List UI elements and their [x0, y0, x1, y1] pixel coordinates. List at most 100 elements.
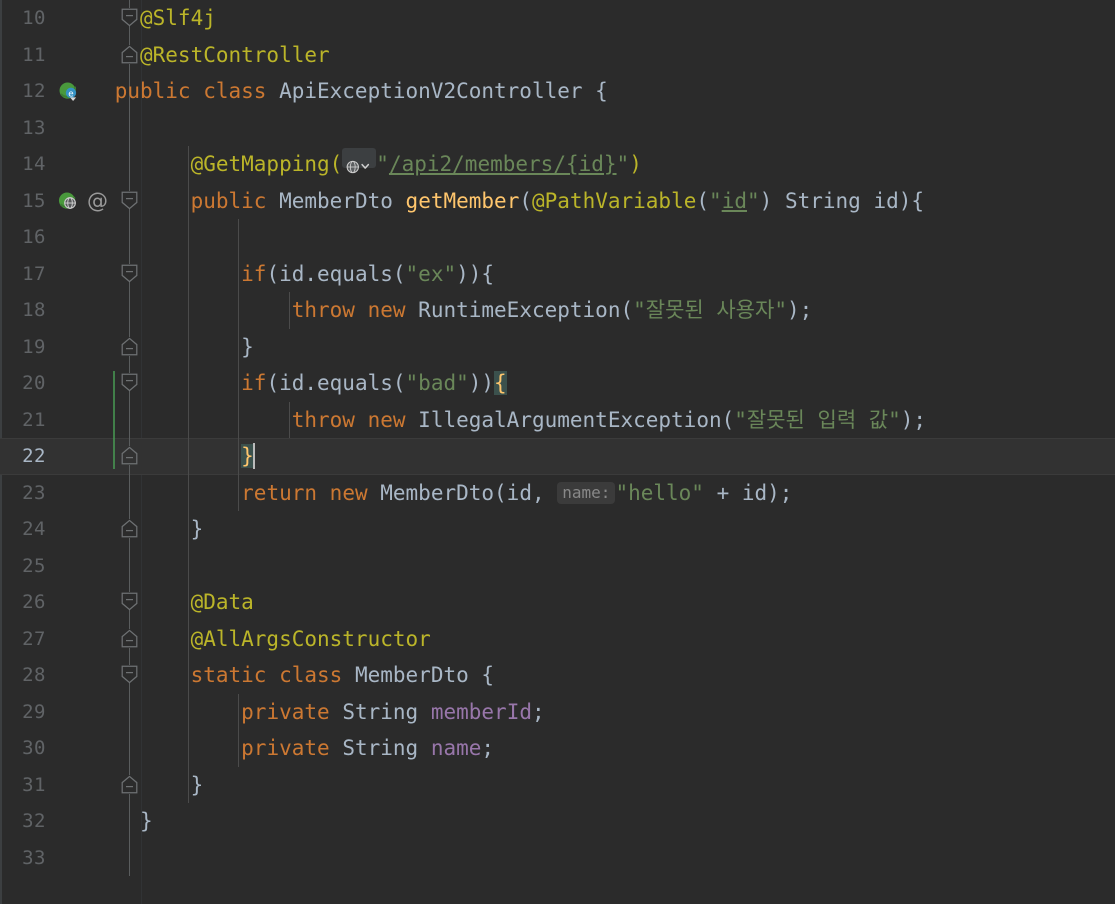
- spring-endpoint-globe-icon[interactable]: [58, 191, 79, 212]
- gutter-icon-area: [56, 767, 116, 804]
- fold-toggle-end-icon[interactable]: [121, 446, 138, 465]
- gutter-icon-area: [56, 475, 116, 512]
- code-line-16[interactable]: 16: [0, 219, 1115, 256]
- fold-toggle-end-icon[interactable]: [121, 629, 138, 648]
- fold-column[interactable]: [118, 584, 142, 621]
- fold-column[interactable]: [118, 620, 142, 658]
- code-token: + id);: [703, 480, 793, 505]
- fold-column[interactable]: [118, 328, 142, 366]
- fold-toggle-end-icon[interactable]: [121, 45, 138, 64]
- code-line-15[interactable]: 15 @ public MemberDto getMember(@PathVari…: [0, 182, 1115, 220]
- fold-toggle-end-icon[interactable]: [121, 337, 138, 356]
- code-text[interactable]: throw new IllegalArgumentException("잘못된 …: [140, 402, 926, 439]
- fold-column[interactable]: [118, 182, 142, 220]
- fold-toggle-start-icon[interactable]: [121, 665, 138, 684]
- code-text[interactable]: }: [115, 803, 153, 840]
- fold-connector-line: [129, 219, 130, 256]
- fold-column[interactable]: [118, 255, 142, 293]
- code-text[interactable]: if(id.equals("ex")){: [140, 256, 494, 293]
- fold-toggle-end-icon[interactable]: [121, 519, 138, 538]
- code-text[interactable]: public MemberDto getMember(@PathVariable…: [140, 183, 924, 220]
- fold-column[interactable]: [118, 730, 142, 767]
- field-name: name: [430, 736, 482, 760]
- fold-column[interactable]: [118, 547, 142, 584]
- code-line-10[interactable]: 10 @Slf4j: [0, 0, 1115, 37]
- code-text[interactable]: @Slf4j: [140, 0, 216, 37]
- code-line-19[interactable]: 19 }: [0, 328, 1115, 366]
- fold-column[interactable]: [118, 766, 142, 804]
- spring-bean-browser-icon[interactable]: e: [58, 81, 79, 102]
- gutter-icon-area: [56, 548, 116, 585]
- fold-column[interactable]: [118, 511, 142, 548]
- code-line-32[interactable]: 32 }: [0, 803, 1115, 840]
- fold-toggle-start-icon[interactable]: [121, 592, 138, 611]
- code-text[interactable]: throw new RuntimeException("잘못된 사용자");: [140, 292, 813, 329]
- gutter-icon-area: [56, 657, 116, 694]
- code-line-11[interactable]: 11 @RestController: [0, 36, 1115, 74]
- code-editor[interactable]: 10 @Slf4j 11 @RestController 12 e public class…: [0, 0, 1115, 904]
- fold-toggle-start-icon[interactable]: [121, 264, 138, 283]
- annotation-at-icon[interactable]: @: [87, 190, 108, 212]
- code-line-26[interactable]: 26 @Data: [0, 584, 1115, 621]
- fold-column[interactable]: [118, 36, 142, 74]
- fold-column[interactable]: [118, 219, 142, 256]
- keyword: new: [367, 298, 406, 322]
- fold-column[interactable]: [118, 839, 142, 876]
- code-text[interactable]: }: [140, 767, 204, 804]
- code-line-29[interactable]: 29 private String memberId;: [0, 693, 1115, 731]
- code-line-22[interactable]: 22 }: [0, 438, 1115, 475]
- code-text[interactable]: private String memberId;: [140, 694, 545, 731]
- fold-column[interactable]: [118, 438, 142, 475]
- code-text[interactable]: if(id.equals("bad")){: [140, 365, 507, 402]
- fold-column[interactable]: [118, 401, 142, 438]
- code-line-28[interactable]: 28 static class MemberDto {: [0, 657, 1115, 694]
- code-text[interactable]: return new MemberDto(id, name: "hello" + …: [140, 475, 792, 512]
- code-line-21[interactable]: 21 throw new IllegalArgumentException("잘…: [0, 401, 1115, 439]
- code-line-20[interactable]: 20 if(id.equals("bad")){: [0, 365, 1115, 402]
- line-number: 12: [22, 80, 46, 102]
- code-line-18[interactable]: 18 throw new RuntimeException("잘못된 사용자")…: [0, 292, 1115, 329]
- code-text[interactable]: static class MemberDto {: [140, 657, 494, 694]
- code-line-17[interactable]: 17 if(id.equals("ex")){: [0, 255, 1115, 293]
- code-text[interactable]: @Data: [140, 584, 254, 621]
- code-line-30[interactable]: 30 private String name;: [0, 730, 1115, 767]
- code-line-31[interactable]: 31 }: [0, 766, 1115, 804]
- code-token: {: [582, 79, 608, 103]
- fold-toggle-start-icon[interactable]: [121, 8, 138, 27]
- fold-column[interactable]: [118, 365, 142, 402]
- fold-connector-line: [129, 474, 130, 511]
- fold-toggle-start-icon[interactable]: [121, 191, 138, 210]
- code-text[interactable]: }: [140, 511, 204, 548]
- code-line-27[interactable]: 27 @AllArgsConstructor: [0, 620, 1115, 658]
- line-number: 29: [22, 700, 46, 723]
- code-text[interactable]: }: [140, 329, 254, 366]
- fold-connector-line: [129, 26, 130, 37]
- fold-column[interactable]: [118, 474, 142, 511]
- fold-column[interactable]: [118, 292, 142, 329]
- code-line-23[interactable]: 23 return new MemberDto(id, name: "hello"…: [0, 474, 1115, 512]
- code-text[interactable]: @RestController: [140, 37, 330, 74]
- parameter-hint-inlay[interactable]: name:: [557, 481, 616, 504]
- fold-toggle-end-icon[interactable]: [121, 775, 138, 794]
- fold-column[interactable]: [118, 109, 142, 146]
- code-line-13[interactable]: 13: [0, 109, 1115, 146]
- fold-column[interactable]: [118, 146, 142, 183]
- fold-toggle-start-icon[interactable]: [121, 373, 138, 392]
- web-endpoint-chip[interactable]: [342, 148, 377, 174]
- code-text[interactable]: @GetMapping("/api2/members/{id}"): [140, 146, 642, 183]
- code-text[interactable]: }: [140, 438, 255, 475]
- fold-column[interactable]: [118, 657, 142, 694]
- code-line-14[interactable]: 14 @GetMapping("/api2/members/{id}"): [0, 146, 1115, 183]
- code-text[interactable]: public class ApiExceptionV2Controller {: [115, 73, 608, 110]
- code-line-12[interactable]: 12 e public class ApiExceptionV2Controller…: [0, 73, 1115, 110]
- code-line-33[interactable]: 33: [0, 839, 1115, 876]
- code-text[interactable]: @AllArgsConstructor: [140, 621, 431, 658]
- fold-column[interactable]: [118, 693, 142, 730]
- code-line-25[interactable]: 25: [0, 547, 1115, 585]
- code-line-24[interactable]: 24 }: [0, 511, 1115, 548]
- code-text[interactable]: private String name;: [140, 730, 494, 767]
- fold-column[interactable]: [118, 0, 142, 37]
